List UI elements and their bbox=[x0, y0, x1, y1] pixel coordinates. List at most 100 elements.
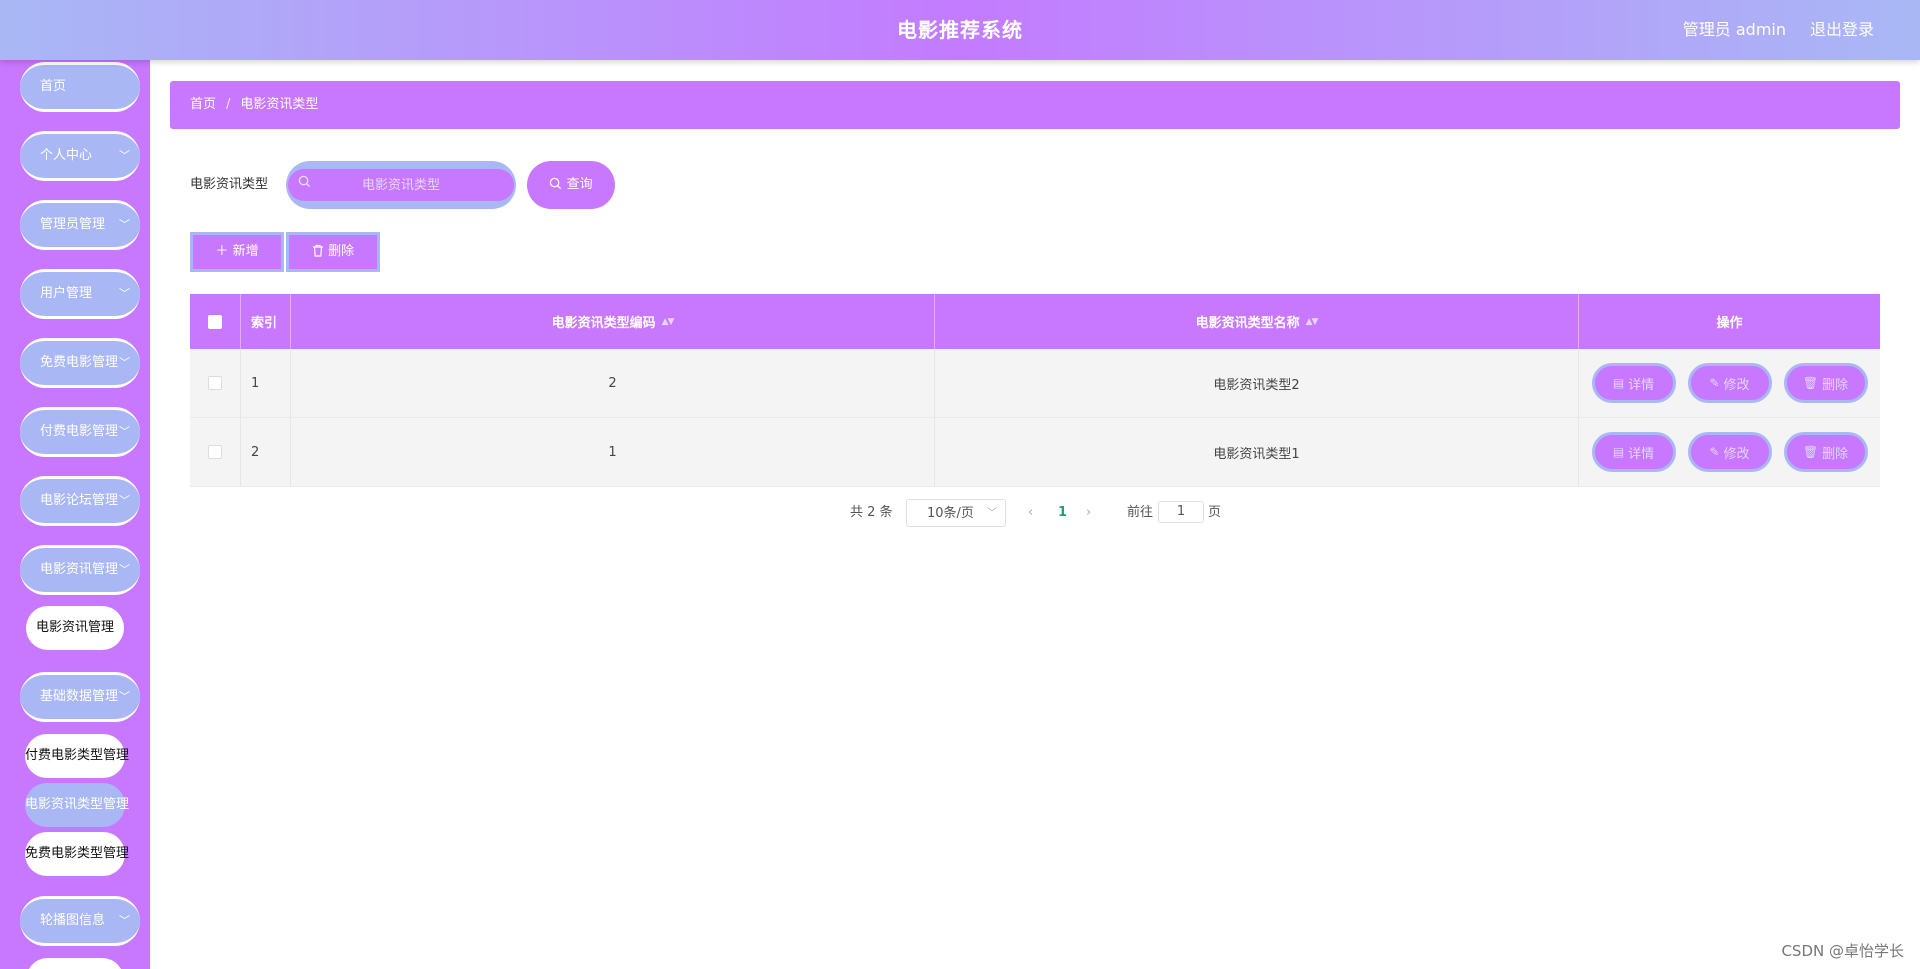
search-label: 电影资讯类型 bbox=[190, 177, 269, 192]
detail-button[interactable]: ▤ 详情 bbox=[1591, 432, 1676, 472]
next-page-icon[interactable]: › bbox=[1086, 499, 1091, 527]
trash-icon: 🗑 bbox=[1802, 376, 1819, 390]
sidebar: 首页 个人中心 ﹀ 管理员管理 ﹀ 用户管理 ﹀ 免费电影管理 ﹀ 付费电影管理 ﹀ 电影… bbox=[0, 60, 150, 969]
column-header-label: 电影资讯类型名称 bbox=[1195, 316, 1300, 331]
edit-button-label: 修改 bbox=[1723, 446, 1750, 462]
page-number-current[interactable]: 1 bbox=[1058, 499, 1067, 527]
row-name: 电影资讯类型1 bbox=[935, 418, 1579, 486]
add-button[interactable]: ＋ 新增 bbox=[190, 232, 284, 272]
document-icon: ▤ bbox=[1612, 445, 1625, 459]
table-row: 1 2 电影资讯类型2 ▤ 详情 ✎ 修改 🗑 删除 bbox=[190, 349, 1880, 418]
column-header-actions: 操作 bbox=[1716, 316, 1743, 331]
sidebar-item-movie-news[interactable]: 电影资讯管理 ﹀ bbox=[20, 545, 140, 595]
row-select-cell bbox=[190, 349, 241, 417]
sidebar-item-label: 轮播图信息 bbox=[40, 913, 106, 928]
breadcrumb: 首页 / 电影资讯类型 bbox=[170, 81, 1900, 129]
row-actions: ▤ 详情 ✎ 修改 🗑 删除 bbox=[1579, 418, 1880, 486]
plus-icon: ＋ bbox=[215, 244, 229, 259]
row-index: 1 bbox=[241, 349, 291, 417]
sidebar-item-carousel[interactable]: 轮播图信息 ﹀ bbox=[20, 896, 140, 946]
page-size-select[interactable]: 10条/页 ﹀ bbox=[906, 499, 1006, 527]
chevron-down-icon: ﹀ bbox=[119, 563, 130, 576]
chevron-down-icon: ﹀ bbox=[987, 508, 997, 519]
sidebar-item-label: 个人中心 bbox=[40, 148, 93, 163]
chevron-down-icon: ﹀ bbox=[119, 914, 130, 927]
column-header-name[interactable]: 电影资讯类型名称 ▲▼ bbox=[935, 294, 1579, 349]
pagination-total: 共 2 条 bbox=[850, 505, 893, 520]
sidebar-item-label: 用户管理 bbox=[40, 286, 93, 301]
chevron-down-icon: ﹀ bbox=[119, 356, 130, 369]
sidebar-item-label: 基础数据管理 bbox=[40, 689, 119, 704]
row-select-cell bbox=[190, 418, 241, 486]
select-all-checkbox[interactable] bbox=[208, 314, 222, 329]
sidebar-subitem-partial[interactable] bbox=[26, 958, 124, 969]
search-box bbox=[286, 161, 516, 209]
edit-icon: ✎ bbox=[1709, 445, 1720, 459]
page-size-value: 10条/页 bbox=[927, 506, 974, 521]
sidebar-item-home[interactable]: 首页 bbox=[20, 62, 140, 112]
search-input[interactable] bbox=[288, 169, 514, 201]
query-button-label: 查询 bbox=[566, 177, 593, 192]
sidebar-subitem-movie-news[interactable]: 电影资讯管理 bbox=[26, 606, 124, 650]
row-code: 1 bbox=[291, 418, 935, 486]
trash-icon bbox=[312, 244, 323, 257]
sidebar-item-label: 免费电影管理 bbox=[40, 355, 119, 370]
sidebar-item-free-movie[interactable]: 免费电影管理 ﹀ bbox=[20, 338, 140, 388]
edit-button-label: 修改 bbox=[1723, 377, 1750, 393]
sidebar-item-personal-center[interactable]: 个人中心 ﹀ bbox=[20, 131, 140, 181]
row-checkbox[interactable] bbox=[208, 445, 222, 459]
delete-button[interactable]: 删除 bbox=[286, 232, 380, 272]
edit-button[interactable]: ✎ 修改 bbox=[1687, 432, 1772, 472]
row-code: 2 bbox=[291, 349, 935, 417]
sidebar-item-basic-data[interactable]: 基础数据管理 ﹀ bbox=[20, 672, 140, 722]
sort-icon[interactable]: ▲▼ bbox=[1306, 317, 1319, 327]
sidebar-item-movie-forum[interactable]: 电影论坛管理 ﹀ bbox=[20, 476, 140, 526]
select-all-cell bbox=[190, 294, 241, 349]
detail-button-label: 详情 bbox=[1628, 446, 1655, 462]
sidebar-item-label: 首页 bbox=[40, 79, 67, 94]
goto-page-input[interactable]: 1 bbox=[1158, 501, 1204, 523]
sidebar-item-admin-management[interactable]: 管理员管理 ﹀ bbox=[20, 200, 140, 250]
chevron-down-icon: ﹀ bbox=[119, 494, 130, 507]
app-title: 电影推荐系统 bbox=[897, 18, 1023, 42]
row-delete-button-label: 删除 bbox=[1822, 446, 1849, 462]
watermark: CSDN @卓怡学长 bbox=[1781, 942, 1904, 960]
table-header: 索引 电影资讯类型编码 ▲▼ 电影资讯类型名称 ▲▼ 操作 bbox=[190, 294, 1880, 349]
detail-button[interactable]: ▤ 详情 bbox=[1591, 363, 1676, 403]
column-header-index: 索引 bbox=[241, 294, 291, 349]
sort-icon[interactable]: ▲▼ bbox=[662, 317, 675, 327]
sidebar-item-label: 管理员管理 bbox=[40, 217, 106, 232]
add-button-label: 新增 bbox=[232, 244, 259, 259]
sidebar-item-label: 电影论坛管理 bbox=[40, 493, 119, 508]
breadcrumb-home[interactable]: 首页 bbox=[190, 97, 216, 112]
sidebar-item-user-management[interactable]: 用户管理 ﹀ bbox=[20, 269, 140, 319]
search-input-wrapper bbox=[288, 169, 514, 201]
trash-icon: 🗑 bbox=[1802, 445, 1819, 459]
current-user: 管理员 admin bbox=[1682, 20, 1786, 39]
sidebar-subitem-free-movie-type[interactable]: 免费电影类型管理 bbox=[25, 832, 129, 876]
column-header-code[interactable]: 电影资讯类型编码 ▲▼ bbox=[291, 294, 935, 349]
search-icon bbox=[550, 177, 562, 190]
sidebar-subitem-news-type[interactable]: 电影资讯类型管理 bbox=[25, 783, 129, 827]
row-delete-button-label: 删除 bbox=[1822, 377, 1849, 393]
chevron-down-icon: ﹀ bbox=[119, 287, 130, 300]
row-checkbox[interactable] bbox=[208, 376, 222, 390]
sidebar-item-paid-movie[interactable]: 付费电影管理 ﹀ bbox=[20, 407, 140, 457]
breadcrumb-separator: / bbox=[226, 97, 231, 112]
document-icon: ▤ bbox=[1612, 376, 1625, 390]
chevron-down-icon: ﹀ bbox=[119, 218, 130, 231]
sidebar-subitem-paid-movie-type[interactable]: 付费电影类型管理 bbox=[25, 734, 129, 778]
delete-button-label: 删除 bbox=[328, 244, 355, 259]
prev-page-icon[interactable]: ‹ bbox=[1028, 499, 1033, 527]
logout-link[interactable]: 退出登录 bbox=[1810, 0, 1874, 60]
table-row: 2 1 电影资讯类型1 ▤ 详情 ✎ 修改 🗑 删除 bbox=[190, 418, 1880, 487]
chevron-down-icon: ﹀ bbox=[119, 149, 130, 162]
data-table: 索引 电影资讯类型编码 ▲▼ 电影资讯类型名称 ▲▼ 操作 1 2 电影资讯类型2 … bbox=[190, 294, 1880, 487]
edit-button[interactable]: ✎ 修改 bbox=[1687, 363, 1772, 403]
row-delete-button[interactable]: 🗑 删除 bbox=[1783, 363, 1868, 403]
breadcrumb-current: 电影资讯类型 bbox=[240, 97, 319, 112]
goto-label: 前往 bbox=[1127, 505, 1154, 520]
row-delete-button[interactable]: 🗑 删除 bbox=[1783, 432, 1868, 472]
edit-icon: ✎ bbox=[1709, 376, 1720, 390]
query-button[interactable]: 查询 bbox=[527, 161, 615, 209]
